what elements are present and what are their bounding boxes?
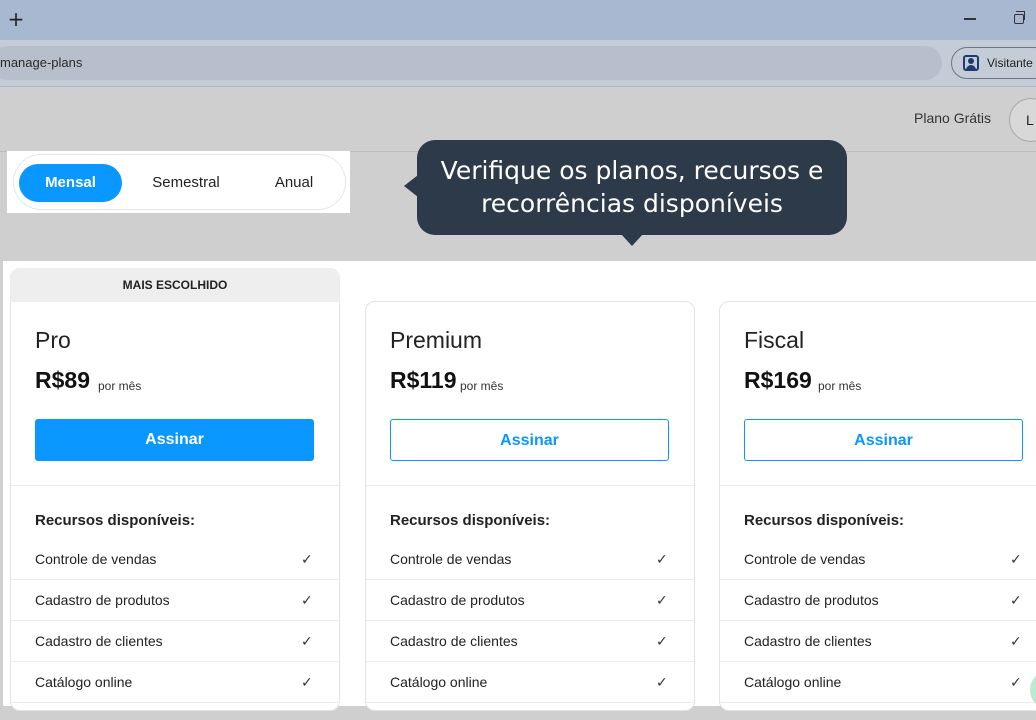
feature-label: Cadastro de produtos [35,592,170,608]
browser-toolbar: manage-plans Visitante [0,40,1036,87]
feature-row: Cadastro de produtos ✓ [11,580,339,621]
feature-row: Controle de vendas ✓ [720,539,1036,580]
feature-label: Catálogo online [744,674,842,690]
check-icon: ✓ [1010,593,1022,609]
check-icon: ✓ [301,593,313,609]
minimize-icon[interactable] [964,18,976,20]
feature-row: Catálogo online ✓ [366,662,694,703]
feature-row: Controle de vendas ✓ [11,539,339,580]
features-title: Recursos disponíveis: [744,512,905,529]
recurrence-option-anual[interactable]: Anual [250,164,338,202]
subscribe-button[interactable]: Assinar [744,419,1023,461]
profile-label: Visitante [987,56,1033,70]
recurrence-toggle: Mensal Semestral Anual [13,154,346,210]
recurrence-option-semestral[interactable]: Semestral [134,164,238,202]
plan-card-premium: Premium R$119 por mês Assinar Recursos d… [365,301,695,711]
feature-row: Cadastro de produtos ✓ [366,580,694,621]
current-plan-label: Plano Grátis [914,110,992,126]
address-bar[interactable]: manage-plans [0,46,942,80]
tooltip-arrow-down [621,234,643,246]
plan-period: por mês [818,379,862,393]
check-icon: ✓ [1010,675,1022,691]
check-icon: ✓ [301,552,313,568]
feature-label: Cadastro de clientes [744,633,872,649]
plan-price: R$119 [390,367,457,393]
feature-row: Catálogo online ✓ [11,662,339,703]
check-icon: ✓ [656,634,668,650]
feature-label: Controle de vendas [35,551,157,567]
plan-period: por mês [460,379,504,393]
check-icon: ✓ [656,675,668,691]
feature-label: Cadastro de clientes [390,633,518,649]
plan-name: Premium [390,327,483,353]
feature-label: Cadastro de produtos [744,592,879,608]
subscribe-button[interactable]: Assinar [390,419,669,461]
plan-price: R$89 [35,367,90,393]
feature-row: Catálogo online ✓ [720,662,1036,703]
tour-tooltip: Verifique os planos, recursos e recorrên… [417,140,847,235]
features-title: Recursos disponíveis: [390,512,551,529]
most-chosen-badge: MAIS ESCOLHIDO [10,268,340,302]
plan-period: por mês [98,379,142,393]
card-divider [11,485,339,486]
features-title: Recursos disponíveis: [35,512,196,529]
plan-card-fiscal: Fiscal R$169 por mês Assinar Recursos di… [719,301,1036,711]
profile-button[interactable]: Visitante [951,47,1036,79]
profile-icon [963,55,979,71]
tooltip-arrow-left [404,175,418,197]
check-icon: ✓ [656,552,668,568]
new-tab-button[interactable]: + [6,8,26,30]
feature-label: Controle de vendas [744,551,866,567]
recurrence-option-mensal[interactable]: Mensal [19,164,122,202]
feature-row: Cadastro de produtos ✓ [720,580,1036,621]
feature-row: Cadastro de clientes ✓ [11,621,339,662]
card-divider [720,485,1036,486]
card-divider [366,485,694,486]
feature-label: Catálogo online [390,674,488,690]
plan-card-pro: MAIS ESCOLHIDO Pro R$89 por mês Assinar … [10,268,340,711]
check-icon: ✓ [656,593,668,609]
avatar[interactable]: L [1009,98,1036,142]
check-icon: ✓ [301,675,313,691]
avatar-initial: L [1026,112,1034,128]
feature-row: Cadastro de clientes ✓ [720,621,1036,662]
restore-window-icon[interactable] [1014,11,1025,24]
feature-label: Catálogo online [35,674,133,690]
recurrence-toggle-highlight: Mensal Semestral Anual [7,151,350,213]
check-icon: ✓ [1010,552,1022,568]
feature-row: Controle de vendas ✓ [366,539,694,580]
address-bar-url[interactable]: manage-plans [0,55,82,70]
tooltip-text: Verifique os planos, recursos e recorrên… [440,156,824,218]
check-icon: ✓ [301,634,313,650]
feature-label: Controle de vendas [390,551,512,567]
plan-name: Fiscal [744,327,805,353]
plan-name: Pro [35,327,71,353]
feature-row: Cadastro de clientes ✓ [366,621,694,662]
feature-label: Cadastro de clientes [35,633,163,649]
check-icon: ✓ [1010,634,1022,650]
subscribe-button[interactable]: Assinar [35,419,314,461]
plan-price: R$169 [744,367,812,393]
browser-tab-strip: + [0,0,1036,40]
feature-label: Cadastro de produtos [390,592,525,608]
